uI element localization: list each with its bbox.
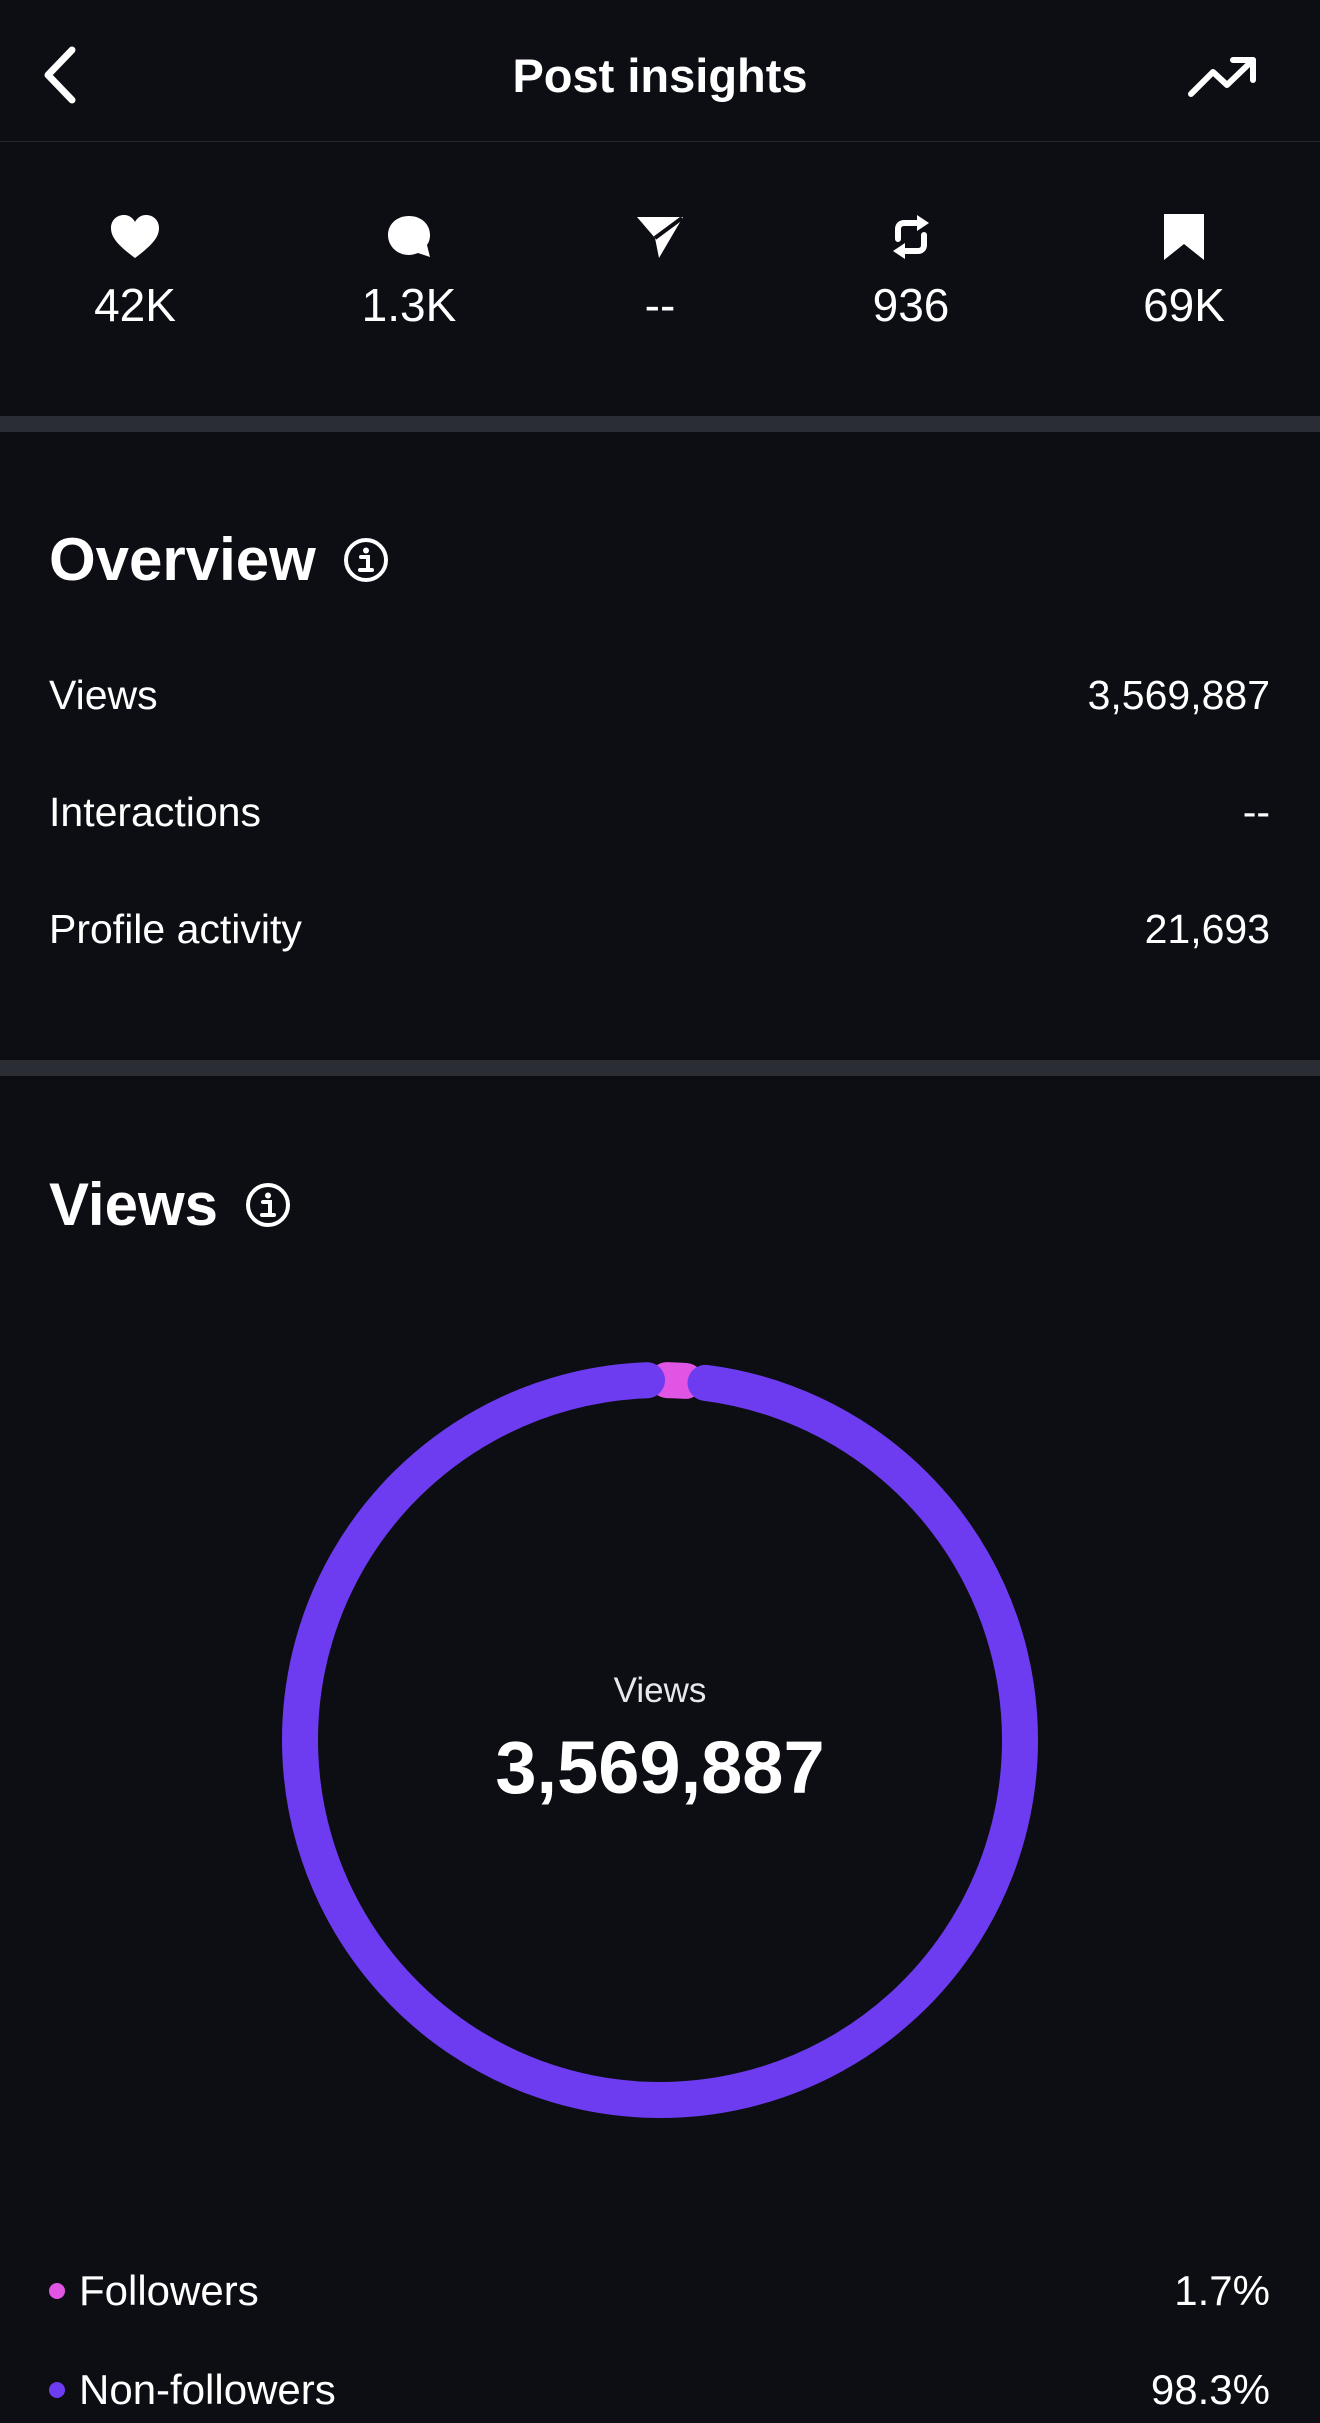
row-value: 3,569,887 [1087,671,1270,718]
views-donut-chart: Views 3,569,887 [270,1350,1050,2130]
comment-icon [388,216,430,257]
overview-row-interactions: Interactions -- [49,782,1270,842]
saves-stat: 69K [1084,212,1284,328]
shares-count: -- [644,279,676,331]
top-bar: Post insights [0,0,1320,142]
likes-count: 42K [94,279,176,331]
legend-dot [49,2382,65,2398]
legend-label: Non-followers [79,2366,336,2413]
reposts-count: 936 [872,279,950,331]
reposts-stat: 936 [811,212,1011,328]
repost-icon [893,215,929,259]
row-value: -- [1242,788,1270,835]
send-icon [637,216,684,258]
views-heading: Views [49,1170,292,1239]
bookmark-icon [1164,214,1204,260]
row-label: Interactions [49,788,261,835]
legend-row-non-followers: Non-followers 98.3% [49,2360,1270,2420]
row-label: Views [49,671,158,718]
saves-count: 69K [1143,279,1225,331]
donut-center: Views 3,569,887 [270,1350,1050,2130]
section-divider [0,416,1320,432]
legend-dot [49,2283,65,2299]
row-label: Profile activity [49,905,302,952]
comments-stat: 1.3K [309,212,509,328]
page-title: Post insights [512,49,808,102]
legend-value: 98.3% [1150,2366,1270,2413]
info-icon[interactable] [342,536,390,584]
donut-center-value: 3,569,887 [495,1725,825,1809]
legend-label: Followers [79,2267,259,2314]
likes-stat: 42K [35,212,235,328]
overview-row-views: Views 3,569,887 [49,665,1270,725]
engagement-stats: 42K 1.3K -- 936 69K [0,142,1320,416]
trending-up-icon [1188,57,1256,97]
donut-center-label: Views [613,1670,707,1710]
info-icon[interactable] [244,1181,292,1229]
overview-row-profile-activity: Profile activity 21,693 [49,899,1270,959]
overview-heading: Overview [49,525,390,594]
trending-button[interactable] [1180,42,1266,110]
row-value: 21,693 [1144,905,1270,952]
comments-count: 1.3K [361,279,457,331]
overview-title: Overview [49,526,316,593]
views-title: Views [49,1171,219,1238]
legend-value: 1.7% [1174,2267,1270,2314]
heart-icon [111,215,159,258]
shares-stat: -- [560,212,760,328]
section-divider [0,1060,1320,1076]
legend-row-followers: Followers 1.7% [49,2261,1270,2321]
